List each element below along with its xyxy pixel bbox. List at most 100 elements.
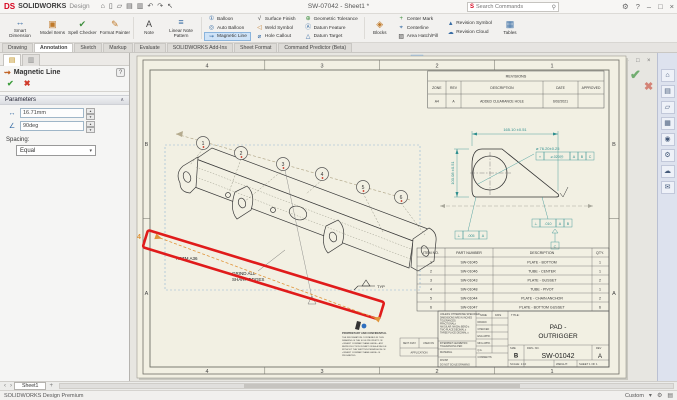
model-items-button[interactable]: ▣ Model Items <box>39 15 66 41</box>
weld-symbol-icon: ◁ <box>257 25 262 31</box>
graphics-area[interactable]: ⚲ ▢ ↻ ◔ ▤ ◻ ⌖ ▾ ▫ – □ × <box>130 53 657 381</box>
propertymanager-tab[interactable]: ▤ <box>3 54 21 66</box>
center-mark-button[interactable]: + Center Mark <box>394 15 442 24</box>
svg-text:SIZE: SIZE <box>510 346 516 350</box>
detail-height-dim[interactable]: 100.08 ±0.51 <box>450 161 455 185</box>
area-hatch-button[interactable]: ▨ Area Hatch/Fill <box>394 32 442 41</box>
view-palette-icon[interactable]: ▦ <box>660 117 675 130</box>
centerline-button[interactable]: ⌖ Centerline <box>394 24 442 33</box>
sheet1-tab[interactable]: Sheet1 <box>14 382 47 390</box>
featuremanager-tab[interactable]: ▥ <box>22 54 40 66</box>
search-commands-box[interactable]: S ⚲ <box>467 2 559 12</box>
help-icon[interactable]: ? <box>116 68 125 77</box>
tab-sketch[interactable]: Sketch <box>74 43 103 52</box>
smart-dimension-button[interactable]: ↔ Smart Dimension <box>2 15 38 41</box>
balloon-1[interactable]: 1 <box>196 136 210 150</box>
length-stepper[interactable]: ▲ ▼ <box>86 108 95 120</box>
confirm-ok-icon[interactable]: ✔ <box>630 67 641 82</box>
spell-checker-button[interactable]: ✔ Spell Checker <box>67 15 98 41</box>
tab-drawing[interactable]: Drawing <box>2 43 34 52</box>
surface-finish-button[interactable]: √ Surface Finish <box>252 15 300 24</box>
balloon-4[interactable]: 4 <box>315 167 329 181</box>
custom-properties-icon[interactable]: ⚙ <box>660 149 675 162</box>
tab-annotation[interactable]: Annotation <box>34 43 74 52</box>
home-icon[interactable]: ⌂ <box>101 3 105 10</box>
tab-command-predictor[interactable]: Command Predictor (Beta) <box>278 43 353 52</box>
balloon-5[interactable]: 5 <box>356 180 370 194</box>
select-icon[interactable]: ↖ <box>167 3 173 10</box>
svg-text:2: 2 <box>599 297 601 301</box>
restore-icon[interactable]: □ <box>658 3 663 11</box>
help-icon[interactable]: ? <box>636 3 640 11</box>
solidworks-resources-icon[interactable]: ⌂ <box>660 69 675 82</box>
blocks-button[interactable]: ◈ Blocks <box>367 15 393 41</box>
hole-callout[interactable]: ⌀ 76.20±0.25 <box>536 146 560 151</box>
angle-stepper[interactable]: ▲ ▼ <box>86 121 95 133</box>
ok-button[interactable]: ✔ <box>7 79 14 88</box>
redo-icon[interactable]: ↷ <box>157 3 163 10</box>
new-document-icon[interactable]: ▯ <box>109 3 113 10</box>
file-explorer-icon[interactable]: ▱ <box>660 101 675 114</box>
tab-sheet-format[interactable]: Sheet Format <box>233 43 278 52</box>
revision-symbol-button[interactable]: ▲ Revision Symbol <box>443 19 496 28</box>
balloon-6[interactable]: 6 <box>394 190 408 204</box>
tables-button[interactable]: ▦ Tables <box>497 15 523 41</box>
revisions-title: REVISIONS <box>506 75 527 79</box>
datum-target-button[interactable]: △ Datum Target <box>301 32 362 41</box>
options-gear-icon[interactable]: ⚙ <box>622 3 629 11</box>
hole-callout-icon: ⌀ <box>257 33 262 40</box>
search-icon[interactable]: ⚲ <box>552 4 556 11</box>
revision-cloud-button[interactable]: ☁ Revision Cloud <box>443 28 496 37</box>
spacing-dropdown[interactable]: Equal ▾ <box>16 145 96 156</box>
close-icon[interactable]: × <box>670 3 674 11</box>
note-button[interactable]: A Note <box>136 15 162 41</box>
print-icon[interactable]: ▥ <box>137 3 144 10</box>
messages-icon[interactable]: ✉ <box>660 181 675 194</box>
parameters-group-header[interactable]: Parameters ∧ <box>0 95 129 105</box>
scrollbar-thumb[interactable] <box>243 384 520 388</box>
cancel-button[interactable]: ✖ <box>24 79 31 88</box>
auto-balloon-button[interactable]: ◎ Auto Balloon <box>204 24 251 33</box>
geometric-tolerance-button[interactable]: ⊕ Geometric Tolerance <box>301 15 362 24</box>
balloon-button[interactable]: ① Balloon <box>204 15 251 24</box>
svg-text:SW-01047: SW-01047 <box>461 306 478 310</box>
custom-dropdown[interactable]: Custom <box>625 393 644 399</box>
length-field[interactable]: 16.71mm <box>20 108 84 118</box>
search-input[interactable] <box>476 4 550 10</box>
format-painter-button[interactable]: ✎ Format Painter <box>99 15 131 41</box>
linear-note-pattern-button[interactable]: ≡ Linear Note Pattern <box>163 15 199 41</box>
balloon-2[interactable]: 2 <box>234 146 248 160</box>
magnetic-line-button[interactable]: ⇝ Magnetic Line <box>204 32 251 42</box>
save-icon[interactable]: ▤ <box>126 3 133 10</box>
tab-solidworks-add-ins[interactable]: SOLIDWORKS Add-Ins <box>166 43 233 52</box>
linear-note-pattern-icon: ≡ <box>178 16 184 27</box>
add-sheet-icon[interactable]: + <box>46 383 56 389</box>
svg-text:6: 6 <box>400 195 403 201</box>
confirmation-corner[interactable]: ✔ ✖ <box>630 67 653 93</box>
balloon-3[interactable]: 3 <box>276 157 290 171</box>
minimize-icon[interactable]: – <box>647 3 651 11</box>
chevron-down-icon[interactable]: ▾ <box>649 392 652 399</box>
angle-field[interactable]: 90deg <box>20 121 84 131</box>
spell-checker-icon: ✔ <box>78 19 87 30</box>
open-document-icon[interactable]: ▱ <box>117 3 122 10</box>
datum-feature-button[interactable]: Ⓐ Datum Feature <box>301 24 362 33</box>
weld-symbol-button[interactable]: ◁ Weld Symbol <box>252 24 300 33</box>
tab-evaluate[interactable]: Evaluate <box>133 43 166 52</box>
svg-text:DATE: DATE <box>495 314 502 317</box>
doc-restore-icon[interactable]: □ <box>636 58 640 64</box>
hole-callout-button[interactable]: ⌀ Hole Callout <box>252 32 300 41</box>
svg-text:A4: A4 <box>435 100 439 104</box>
horizontal-scrollbar[interactable] <box>58 383 674 389</box>
appearances-icon[interactable]: ◉ <box>660 133 675 146</box>
status-gear-icon[interactable]: ⚙ <box>657 392 662 399</box>
status-tag-icon[interactable]: ▤ <box>667 392 673 399</box>
svg-text:PLATE - CHAIN ANCHOR: PLATE - CHAIN ANCHOR <box>521 297 563 301</box>
design-library-icon[interactable]: ▤ <box>660 85 675 98</box>
tab-markup[interactable]: Markup <box>103 43 133 52</box>
confirm-cancel-icon[interactable]: ✖ <box>644 81 653 93</box>
undo-icon[interactable]: ↶ <box>147 3 153 10</box>
detail-width-dim[interactable]: 165.10 ±0.51 <box>503 127 527 132</box>
forum-icon[interactable]: ☁ <box>660 165 675 178</box>
doc-close-icon[interactable]: × <box>647 58 651 64</box>
